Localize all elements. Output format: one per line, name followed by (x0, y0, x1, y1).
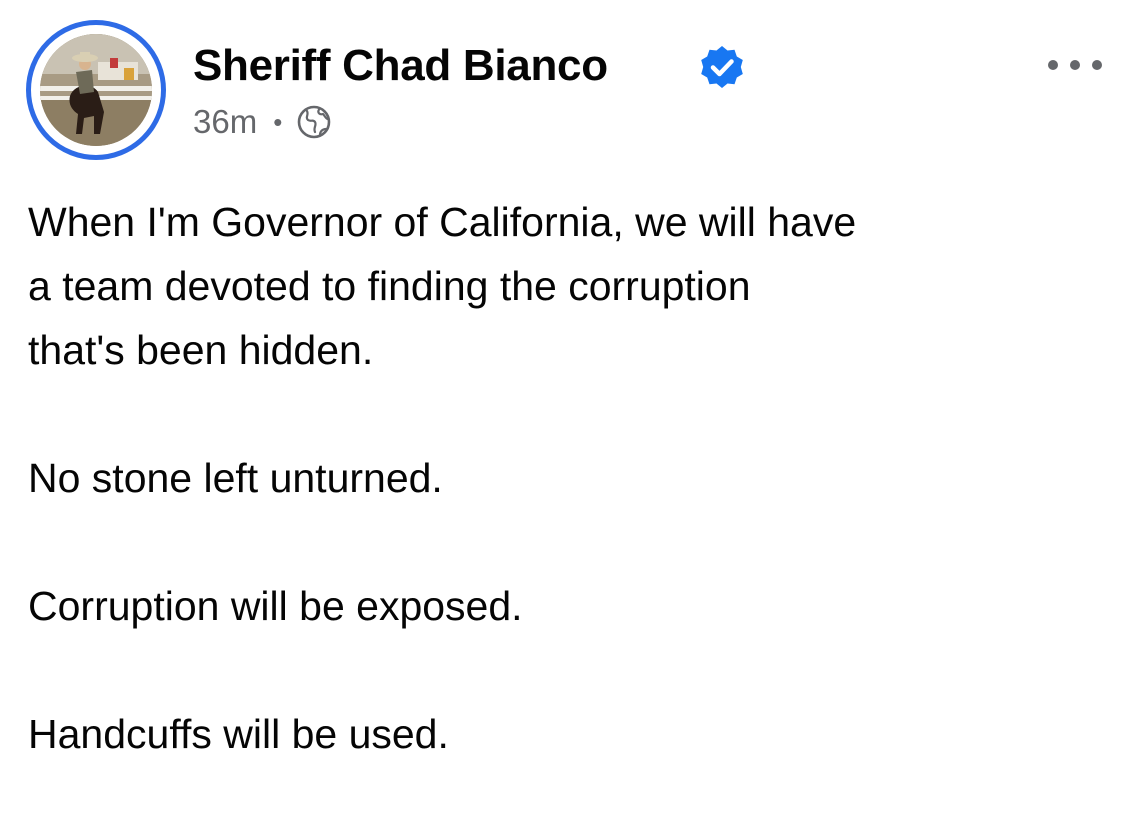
author-name[interactable]: Sheriff Chad Bianco (193, 38, 608, 94)
globe-icon[interactable] (296, 104, 332, 140)
post-paragraph: No stone left unturned. (28, 455, 443, 501)
post-paragraph: Corruption will be exposed. (28, 583, 523, 629)
meta-separator: • (273, 107, 283, 137)
post-paragraph: When I'm Governor of California, we will… (28, 199, 857, 373)
avatar[interactable] (40, 34, 152, 146)
post-body: When I'm Governor of California, we will… (28, 190, 1088, 830)
post-paragraph: Handcuffs will be used. (28, 711, 449, 757)
post-timestamp[interactable]: 36m (193, 103, 257, 141)
story-ring[interactable] (26, 20, 166, 160)
more-options-button[interactable] (1040, 48, 1110, 82)
avatar-photo (40, 34, 152, 146)
post-header: Sheriff Chad Bianco 36m • (0, 0, 1125, 170)
post-meta: 36m • (193, 100, 332, 144)
verified-badge-icon (701, 46, 743, 88)
more-options-icon (1048, 60, 1102, 70)
